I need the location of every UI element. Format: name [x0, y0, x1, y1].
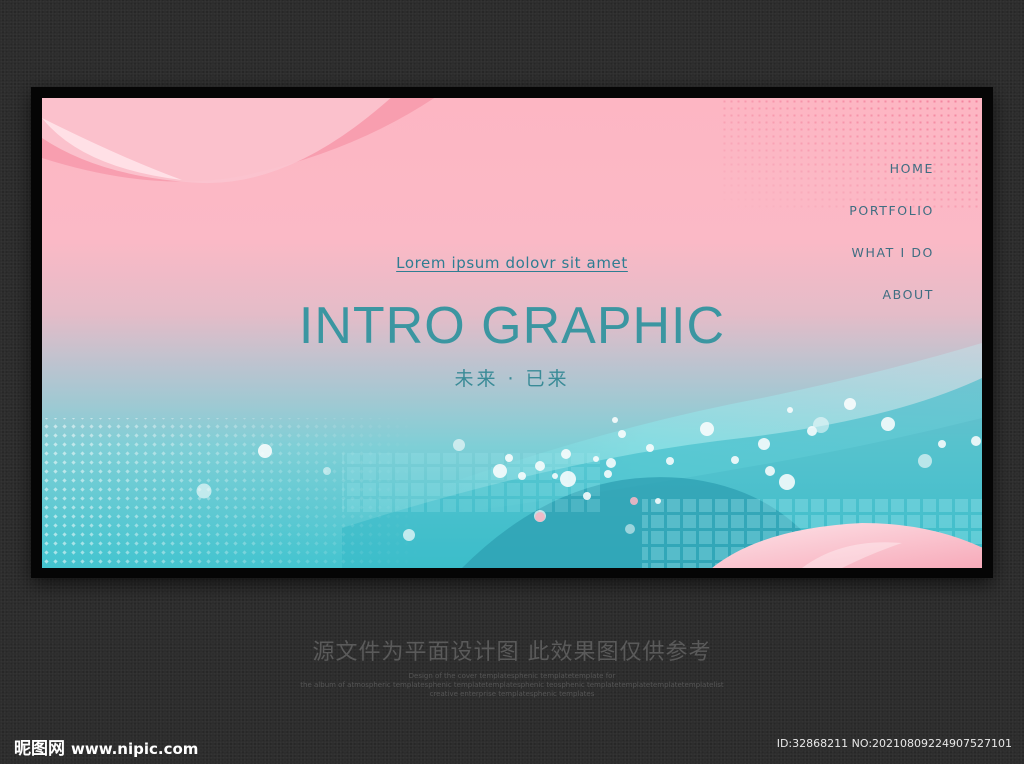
nav-item-what-i-do[interactable]: WHAT I DO — [849, 244, 934, 286]
banner-frame: Lorem ipsum dolovr sit amet INTRO GRAPHI… — [31, 87, 993, 578]
top-nav: HOME PORTFOLIO WHAT I DO ABOUT — [849, 160, 934, 328]
banner-title: INTRO GRAPHIC — [298, 297, 726, 355]
fine-print-line: Design of the cover templatesphenic temp… — [408, 672, 616, 680]
logo-name: 昵图网 — [14, 739, 65, 759]
intro-banner: Lorem ipsum dolovr sit amet INTRO GRAPHI… — [42, 98, 982, 568]
preview-caption: 源文件为平面设计图 此效果图仅供参考 — [312, 640, 712, 665]
nav-item-home[interactable]: HOME — [849, 160, 934, 202]
logo-url: www.nipic.com — [71, 740, 199, 758]
fine-print-line: the album of atmospheric templatesphenic… — [300, 681, 724, 689]
banner-chinese-tagline: 未来 · 已来 — [454, 368, 570, 390]
nav-item-about[interactable]: ABOUT — [849, 286, 934, 328]
fine-print-line: creative enterprise templatesphenic temp… — [429, 690, 595, 698]
image-id-label: ID:32868211 NO:20210809224907527101 — [776, 737, 1012, 750]
nav-item-portfolio[interactable]: PORTFOLIO — [849, 202, 934, 244]
banner-subtitle-link[interactable]: Lorem ipsum dolovr sit amet — [42, 254, 982, 272]
site-logo[interactable]: 昵图网 www.nipic.com — [14, 734, 198, 759]
